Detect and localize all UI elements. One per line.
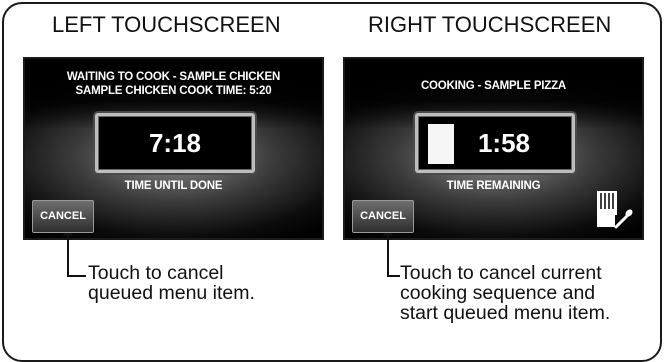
right-caption-line-2: cooking sequence and [400,282,596,304]
right-cancel-button[interactable]: CANCEL [352,200,414,233]
chef-hat-spoon-icon[interactable] [594,189,634,233]
right-caption-line-3: start queued menu item. [400,302,611,324]
right-time-value: 1:58 [477,128,531,158]
right-caption-line-1: Touch to cancel current [400,262,602,284]
left-caption: Touch to cancel queued menu item. [88,263,255,303]
left-touchscreen-heading: LEFT TOUCHSCREEN [52,12,281,37]
left-cancel-button[interactable]: CANCEL [32,200,94,233]
right-caption: Touch to cancel current cooking sequence… [400,263,610,323]
left-status-line-2: SAMPLE CHICKEN COOK TIME: 5:20 [75,85,272,97]
right-time-display: 1:58 [415,113,575,173]
left-time-display: 7:18 [95,113,255,173]
left-caption-line-2: queued menu item. [88,282,255,304]
left-status-line-1: WAITING TO COOK - SAMPLE CHICKEN [66,71,281,83]
left-time-value: 7:18 [148,128,202,158]
left-time-label: TIME UNTIL DONE [124,180,223,192]
left-caption-line-1: Touch to cancel [88,262,224,284]
right-touchscreen: COOKING - SAMPLE PIZZA 1:58 TIME REMAINI… [343,57,644,240]
right-status-line-1: COOKING - SAMPLE PIZZA [420,80,567,92]
left-touchscreen: WAITING TO COOK - SAMPLE CHICKEN SAMPLE … [23,57,324,240]
right-touchscreen-heading: RIGHT TOUCHSCREEN [368,12,612,37]
